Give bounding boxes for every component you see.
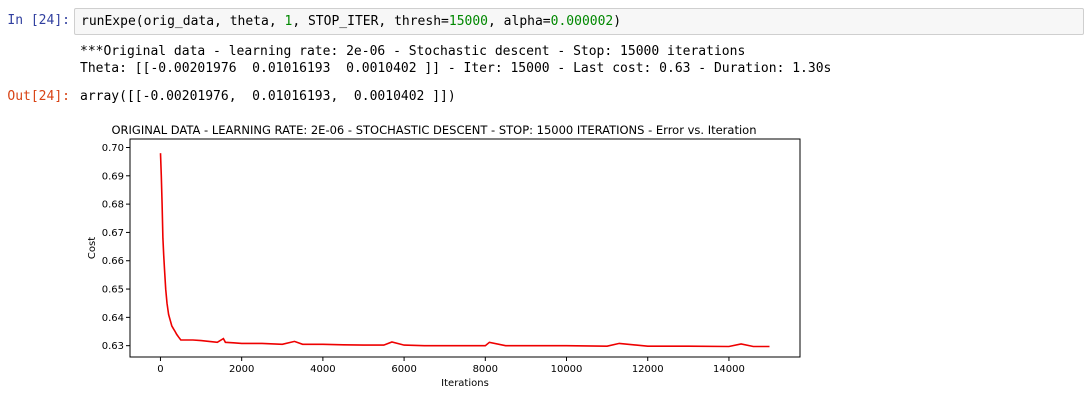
x-tick-label: 12000 (632, 364, 664, 375)
x-tick-label: 4000 (310, 364, 335, 375)
x-axis-label: Iterations (441, 378, 489, 389)
x-tick-label: 2000 (229, 364, 254, 375)
code-mid2: , alpha= (488, 14, 551, 29)
x-tick-label: 14000 (713, 364, 745, 375)
chart-title: ORIGINAL DATA - LEARNING RATE: 2E-06 - S… (112, 123, 757, 137)
stdout-line-2: Theta: [[-0.00201976 0.01016193 0.001040… (80, 61, 832, 76)
x-tick-label: 0 (157, 364, 163, 375)
y-tick-label: 0.68 (102, 200, 124, 211)
stdout-output: ***Original data - learning rate: 2e-06 … (80, 43, 831, 77)
y-axis-label: Cost (87, 237, 98, 259)
code-mid: , STOP_ITER, thresh= (292, 14, 449, 29)
cost-series-line (159, 153, 770, 348)
output-result: array([[-0.00201976, 0.01016193, 0.00104… (80, 89, 456, 104)
plot-frame (129, 138, 801, 358)
x-tick-label: 10000 (551, 364, 583, 375)
y-tick-label: 0.63 (102, 341, 124, 352)
x-tick-label: 6000 (391, 364, 416, 375)
code-arg-alpha: 0.000002 (550, 14, 614, 29)
y-tick-label: 0.69 (102, 171, 124, 182)
output-prompt: Out[24]: (7, 89, 70, 104)
y-tick-label: 0.65 (102, 285, 124, 296)
y-axis-ticks: 0.63 0.64 0.65 0.66 0.67 0.68 0.69 0.70 (102, 143, 130, 352)
y-tick-label: 0.64 (102, 313, 124, 324)
y-tick-label: 0.67 (102, 228, 124, 239)
code-prefix: runExpe(orig_data, theta, (81, 14, 285, 29)
stdout-line-1: ***Original data - learning rate: 2e-06 … (80, 44, 746, 59)
input-prompt: In [24]: (7, 13, 70, 28)
code-suffix: ) (613, 14, 622, 29)
x-axis-ticks: 0 2000 4000 6000 8000 10000 12000 14000 (157, 357, 745, 375)
x-tick-label: 8000 (473, 364, 498, 375)
y-tick-label: 0.66 (102, 256, 124, 267)
code-input-cell[interactable]: runExpe(orig_data, theta, 1, STOP_ITER, … (74, 8, 1084, 35)
y-tick-label: 0.70 (102, 143, 124, 154)
error-vs-iteration-chart: ORIGINAL DATA - LEARNING RATE: 2E-06 - S… (87, 123, 801, 389)
code-arg-thresh: 15000 (448, 14, 489, 29)
